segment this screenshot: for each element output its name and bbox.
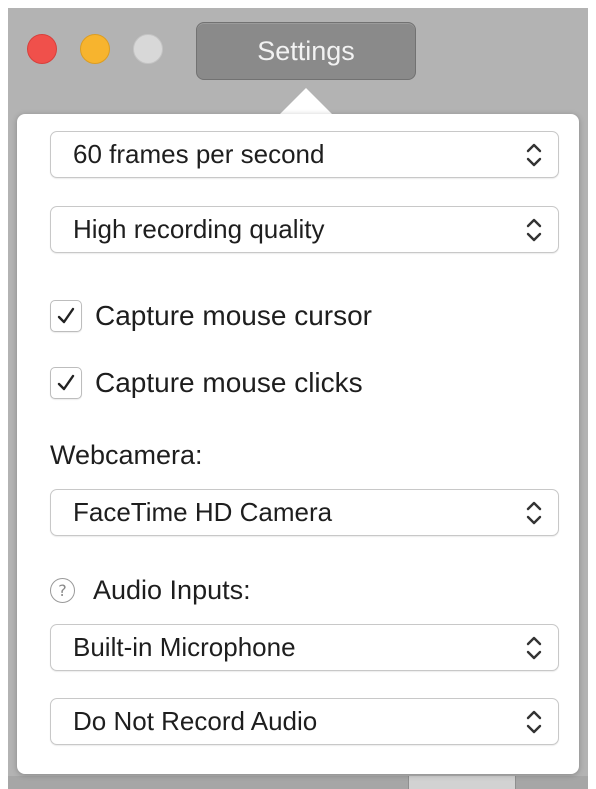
webcamera-select[interactable]: FaceTime HD Camera <box>50 489 559 536</box>
zoom-window-button[interactable] <box>133 34 163 64</box>
capture-clicks-row[interactable]: Capture mouse clicks <box>50 366 363 400</box>
capture-clicks-checkbox[interactable] <box>50 367 82 399</box>
capture-cursor-label: Capture mouse cursor <box>95 300 373 331</box>
capture-clicks-label: Capture mouse clicks <box>95 367 363 398</box>
minimize-window-button[interactable] <box>80 34 110 64</box>
audio-input-1-value: Built-in Microphone <box>73 632 296 662</box>
question-mark-icon[interactable]: ? <box>50 577 75 603</box>
audio-input-select-1[interactable]: Built-in Microphone <box>50 624 559 671</box>
audio-inputs-header: ? Audio Inputs: <box>50 573 251 607</box>
background-window-strip <box>8 776 588 789</box>
up-down-chevron-icon <box>526 636 542 659</box>
audio-input-select-2[interactable]: Do Not Record Audio <box>50 698 559 745</box>
capture-cursor-row[interactable]: Capture mouse cursor <box>50 299 372 333</box>
up-down-chevron-icon <box>526 143 542 166</box>
capture-cursor-checkbox[interactable] <box>50 300 82 332</box>
audio-inputs-label: Audio Inputs: <box>93 574 251 605</box>
popover-arrow <box>278 88 334 116</box>
recording-quality-value: High recording quality <box>73 214 325 244</box>
settings-button-label: Settings <box>257 35 355 66</box>
frame-rate-select[interactable]: 60 frames per second <box>50 131 559 178</box>
audio-input-2-value: Do Not Record Audio <box>73 706 318 736</box>
webcamera-value: FaceTime HD Camera <box>73 497 333 527</box>
close-window-button[interactable] <box>27 34 57 64</box>
settings-toolbar-button[interactable]: Settings <box>196 22 416 80</box>
checkmark-icon <box>57 307 75 324</box>
background-tile <box>408 776 516 789</box>
up-down-chevron-icon <box>526 501 542 524</box>
checkmark-icon <box>57 374 75 391</box>
recording-quality-select[interactable]: High recording quality <box>50 206 559 253</box>
webcamera-label: Webcamera: <box>50 440 203 470</box>
frame-rate-value: 60 frames per second <box>73 139 325 169</box>
up-down-chevron-icon <box>526 710 542 733</box>
up-down-chevron-icon <box>526 218 542 241</box>
